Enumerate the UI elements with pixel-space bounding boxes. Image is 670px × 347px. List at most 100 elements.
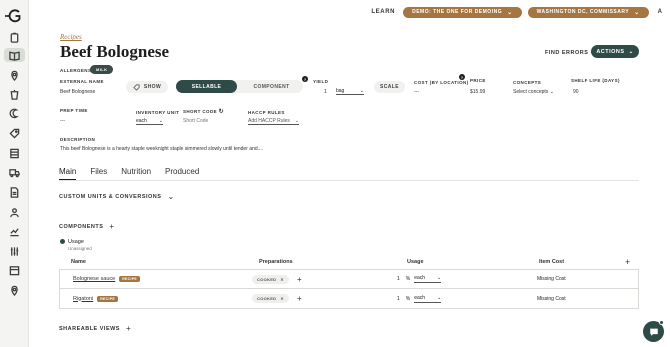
cup-icon[interactable] [9, 89, 20, 100]
clipboard-icon[interactable] [9, 32, 20, 43]
chevron-down-icon: ⌄ [634, 9, 640, 16]
row-name: Rigatoni RECIPE [73, 289, 119, 308]
shareable-views-title: SHAREABLE VIEWS [59, 325, 120, 332]
shareable-views-section: SHAREABLE VIEWS + [59, 324, 131, 333]
add-row-icon[interactable]: + [625, 255, 630, 269]
add-preparation-icon[interactable]: + [297, 294, 302, 303]
truck-icon[interactable] [9, 167, 20, 178]
chart-icon[interactable] [9, 226, 20, 237]
chevron-down-icon: ⌄ [294, 118, 299, 124]
table-header: Name Preparations Usage Item Cost + [59, 255, 639, 269]
description-label: DESCRIPTION [60, 137, 96, 142]
close-icon[interactable]: ✕ [280, 277, 284, 282]
unit-select[interactable]: each ⌄ [414, 275, 442, 283]
prep-time-value[interactable]: --- [60, 118, 65, 124]
yield-unit-value: bag [336, 88, 345, 94]
column-header-usage: Usage [407, 259, 424, 265]
show-button[interactable]: SHOW [126, 81, 168, 93]
row-preparations: COOKED ✕ + [252, 289, 302, 308]
add-preparation-icon[interactable]: + [297, 275, 302, 284]
usage-status: Unassigned [68, 246, 92, 251]
tag-icon [133, 83, 140, 91]
refresh-icon[interactable]: ↻ [219, 109, 224, 115]
table-row: Rigatoni RECIPE COOKED ✕ + 1 % each ⌄ Miss… [59, 289, 639, 309]
scale-button[interactable]: SCALE [374, 81, 405, 93]
actions-button[interactable]: ACTIONS ⌄ [591, 45, 639, 58]
inventory-unit-value: each [136, 118, 147, 124]
short-code-input[interactable]: Short Code [183, 118, 208, 124]
haccp-rules-select[interactable]: Add HACCP Rules ⌄ [248, 116, 299, 125]
component-link[interactable]: Bolognese sauce [73, 276, 115, 282]
chat-notification-dot [659, 320, 664, 325]
tab-nutrition[interactable]: Nutrition [121, 167, 151, 180]
actions-label: ACTIONS [596, 48, 625, 55]
price-value[interactable]: $15.99 [470, 89, 485, 95]
concepts-placeholder: Select concepts [513, 89, 549, 95]
concepts-select[interactable]: Select concepts ⌄ [513, 89, 554, 95]
external-name-value[interactable]: Beef Bolognese [60, 89, 95, 95]
price-label: PRICE [470, 78, 486, 83]
book-icon[interactable] [9, 50, 20, 61]
inventory-unit-label: INVENTORY UNIT [136, 110, 180, 115]
tag-icon[interactable] [9, 128, 20, 139]
cost-value: --- [414, 89, 419, 95]
learn-link[interactable]: LEARN [371, 9, 395, 15]
quantity-value[interactable]: 1 [397, 296, 400, 302]
show-label: SHOW [143, 84, 162, 90]
quantity-value[interactable]: 1 [397, 276, 400, 282]
allergen-badge[interactable]: MILK [90, 65, 114, 74]
location-pin-icon[interactable] [9, 70, 20, 81]
short-code-label: SHORT CODE ↻ [183, 108, 224, 115]
custom-units-section[interactable]: CUSTOM UNITS & CONVERSIONS ⌄ [59, 192, 175, 201]
chevron-down-icon: ⌄ [437, 294, 442, 301]
yield-quantity[interactable]: 1 [324, 89, 327, 95]
allergens-label: ALLERGENS: [60, 68, 94, 73]
app-logo[interactable] [5, 9, 24, 23]
inventory-unit-select[interactable]: each ⌄ [136, 116, 163, 125]
row-item-cost: Missing Cost [537, 276, 566, 282]
sellable-option[interactable]: SELLABLE [176, 80, 237, 93]
moon-icon[interactable] [9, 108, 20, 119]
unit-value: each [414, 294, 426, 301]
find-errors-button[interactable]: FIND ERRORS [545, 50, 588, 56]
grid-icon[interactable] [9, 148, 20, 159]
sidebar [0, 0, 29, 347]
component-link[interactable]: Rigatoni [73, 296, 93, 302]
preparation-label: COOKED [257, 296, 277, 301]
components-section: COMPONENTS + [59, 222, 115, 231]
shelf-life-value[interactable]: 90 [573, 89, 579, 95]
description-text[interactable]: This beef Bolognese is a hearty staple w… [60, 146, 263, 152]
add-component-icon[interactable]: + [109, 222, 114, 231]
tab-produced[interactable]: Produced [165, 167, 199, 180]
person-icon[interactable] [9, 207, 20, 218]
scale-link-icon[interactable]: % [406, 296, 410, 302]
calendar-icon[interactable] [9, 265, 20, 276]
yield-unit-select[interactable]: bag ⌄ [336, 86, 364, 95]
tab-main[interactable]: Main [59, 167, 77, 180]
add-view-icon[interactable]: + [126, 324, 131, 333]
document-icon[interactable] [9, 187, 20, 198]
unit-select[interactable]: each ⌄ [414, 294, 442, 303]
page-title: Beef Bolognese [60, 42, 170, 61]
component-option[interactable]: COMPONENT [240, 80, 303, 93]
map-pin-icon[interactable] [9, 285, 20, 296]
tab-files[interactable]: Files [90, 167, 107, 180]
user-avatar[interactable]: A [658, 9, 662, 15]
org-selector[interactable]: DEMO: THE ONE FOR DEMOING ⌄ [403, 6, 522, 18]
close-icon[interactable]: ✕ [280, 296, 284, 301]
breadcrumb-recipes[interactable]: Recipes [60, 33, 82, 41]
concepts-label: CONCEPTS [513, 80, 542, 85]
haccp-rules-placeholder: Add HACCP Rules [248, 118, 290, 124]
scale-link-icon[interactable]: % [406, 276, 410, 282]
preparation-chip[interactable]: COOKED ✕ [252, 274, 290, 284]
info-icon[interactable]: ? [459, 74, 465, 80]
column-header-item-cost: Item Cost [539, 259, 565, 265]
location-selector[interactable]: WASHINGTON DC, COMMISSARY ⌄ [527, 6, 649, 18]
org-selector-label: DEMO: THE ONE FOR DEMOING [412, 9, 503, 15]
sliders-icon[interactable] [9, 246, 20, 257]
info-icon[interactable]: ? [302, 76, 308, 82]
usage-radio[interactable] [60, 239, 65, 244]
external-name-label: EXTERNAL NAME [60, 79, 104, 84]
preparation-chip[interactable]: COOKED ✕ [252, 294, 290, 303]
chevron-down-icon: ⌄ [437, 275, 442, 281]
